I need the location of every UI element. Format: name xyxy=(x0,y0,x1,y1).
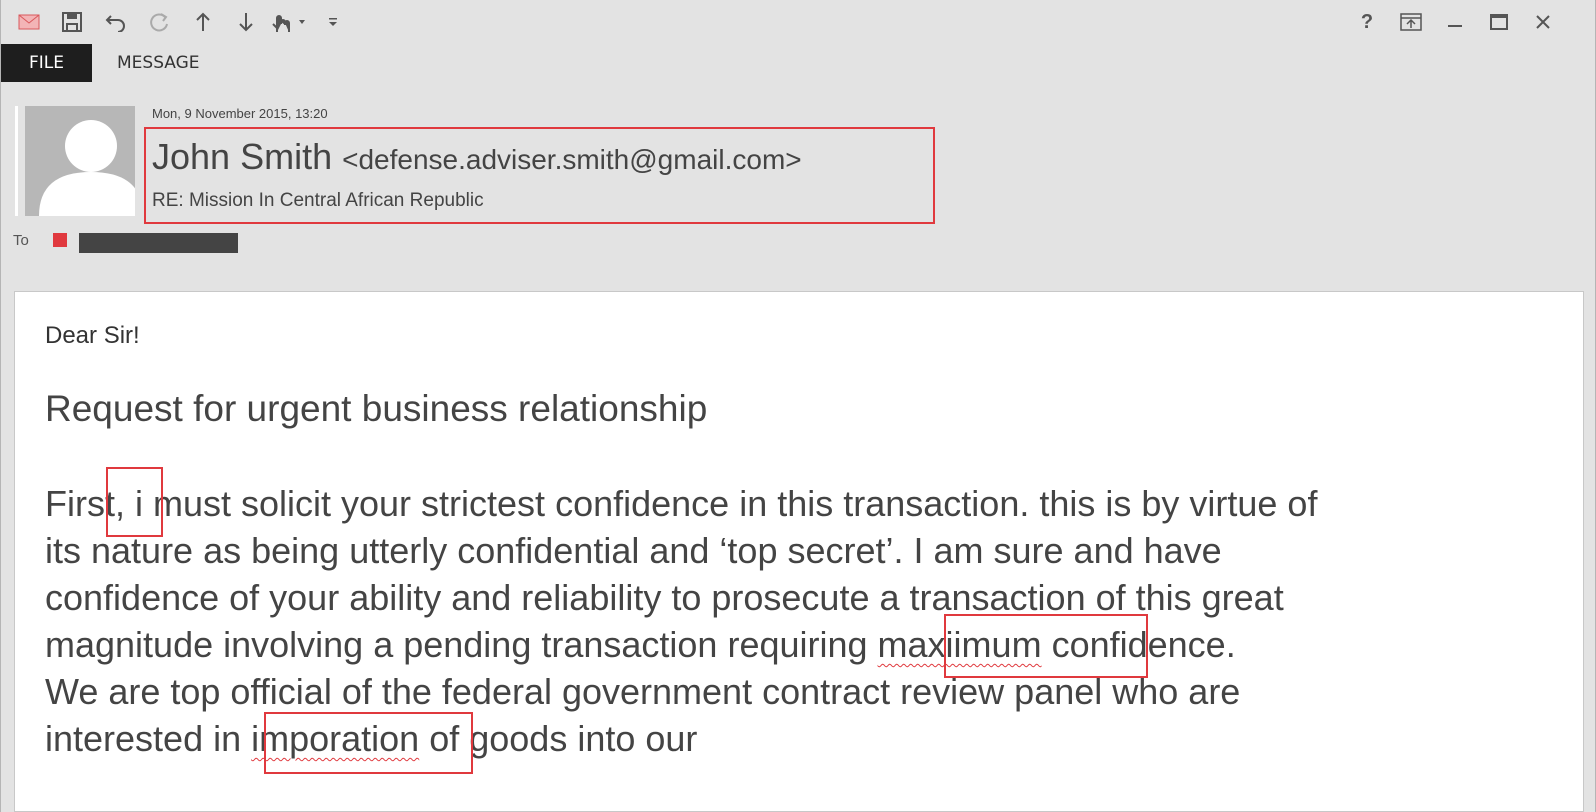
down-arrow-icon[interactable] xyxy=(232,8,260,36)
greeting: Dear Sir! xyxy=(45,322,140,349)
quick-access-toolbar: ? xyxy=(1,0,1595,44)
help-icon[interactable]: ? xyxy=(1353,8,1381,36)
body-line: its nature as being utterly confidential… xyxy=(45,530,1222,571)
minimize-icon[interactable] xyxy=(1441,8,1469,36)
tab-message[interactable]: MESSAGE xyxy=(117,44,200,82)
sender-email: <defense.adviser.smith@gmail.com> xyxy=(342,144,802,175)
mail-icon[interactable] xyxy=(15,8,43,36)
subject: RE: Mission In Central African Republic xyxy=(152,190,484,211)
customize-toolbar-icon[interactable] xyxy=(319,8,347,36)
up-arrow-icon[interactable] xyxy=(189,8,217,36)
body-heading: Request for urgent business relationship xyxy=(45,388,708,429)
touch-mode-icon[interactable] xyxy=(267,8,311,36)
body-line: interested in imporation of goods into o… xyxy=(45,715,1465,762)
highlight-box xyxy=(944,614,1148,678)
person-icon xyxy=(39,120,135,216)
sent-date: Mon, 9 November 2015, 13:20 xyxy=(152,106,328,121)
redacted-recipient[interactable] xyxy=(79,233,238,253)
body-paragraph: First, i must solicit your strictest con… xyxy=(45,480,1465,762)
body-text: magnitude involving a pending transactio… xyxy=(45,624,878,665)
body-text: interested in xyxy=(45,718,252,759)
avatar[interactable] xyxy=(25,106,135,216)
body-line: We are top official of the federal gover… xyxy=(45,671,1241,712)
ribbon-tabs: FILE MESSAGE xyxy=(1,44,1595,82)
ribbon-display-options-icon[interactable] xyxy=(1397,8,1425,36)
recipient-presence-icon xyxy=(53,233,67,247)
undo-icon[interactable] xyxy=(102,8,130,36)
message-body[interactable]: Dear Sir! Request for urgent business re… xyxy=(14,291,1584,812)
body-line: confidence of your ability and reliabili… xyxy=(45,577,1284,618)
maximize-icon[interactable] xyxy=(1485,8,1513,36)
avatar-frame xyxy=(15,106,18,216)
body-line: magnitude involving a pending transactio… xyxy=(45,621,1465,668)
redo-icon[interactable] xyxy=(145,8,173,36)
save-icon[interactable] xyxy=(58,8,86,36)
sender[interactable]: John Smith <defense.adviser.smith@gmail.c… xyxy=(152,136,802,178)
to-label: To xyxy=(13,232,29,249)
highlight-box xyxy=(264,712,473,774)
sender-name: John Smith xyxy=(152,136,333,177)
highlight-box xyxy=(106,467,163,537)
email-window: ? FILE MESSAGE Mon, 9 November 2015, 13:… xyxy=(0,0,1596,812)
close-icon[interactable] xyxy=(1529,8,1557,36)
tab-file[interactable]: FILE xyxy=(1,44,92,82)
body-line: First, i must solicit your strictest con… xyxy=(45,483,1318,524)
